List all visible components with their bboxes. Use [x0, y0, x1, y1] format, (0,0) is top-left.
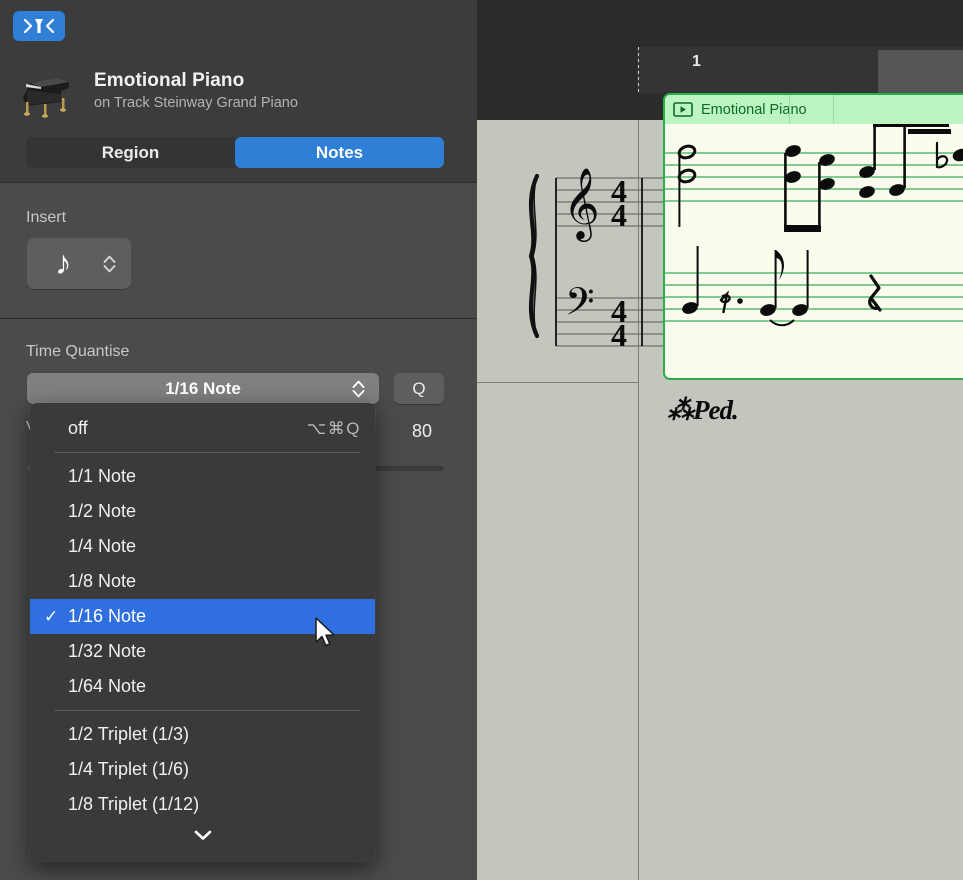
menu-item-label: 1/16 Note	[68, 606, 361, 627]
region-play-icon	[673, 102, 693, 117]
menu-item-off[interactable]: off⌥⌘Q	[30, 411, 375, 446]
time-quantise-label: Time Quantise	[26, 343, 129, 361]
sidebar-toolbar	[0, 0, 477, 50]
menu-item-1-32-note[interactable]: 1/32 Note	[30, 634, 375, 669]
ruler-bar-number: 1	[692, 53, 701, 71]
menu-item-1-4-triplet-1-6[interactable]: 1/4 Triplet (1/6)	[30, 752, 375, 787]
region-name: Emotional Piano	[701, 102, 807, 118]
score-page-left-column-lower	[477, 382, 639, 880]
menu-item-1-8-note[interactable]: 1/8 Note	[30, 564, 375, 599]
menu-item-1-8-triplet-1-12[interactable]: 1/8 Triplet (1/12)	[30, 787, 375, 822]
inspector-region-header: Emotional Piano on Track Steinway Grand …	[0, 50, 477, 182]
menu-item-label: 1/4 Triplet (1/6)	[68, 759, 361, 780]
menu-item-label: 1/2 Triplet (1/3)	[68, 724, 361, 745]
insert-note-value-button[interactable]: ♪	[27, 238, 131, 289]
menu-item-1-2-triplet-1-3[interactable]: 1/2 Triplet (1/3)	[30, 717, 375, 752]
menu-item-label: off	[68, 418, 307, 439]
divider-1	[0, 182, 477, 183]
stepper-up-down-icon	[350, 378, 367, 400]
grand-piano-icon	[17, 68, 75, 118]
inspector-toggle-icon	[22, 17, 56, 35]
insert-stepper[interactable]	[101, 253, 118, 275]
logic-pro-window: Emotional Piano on Track Steinway Grand …	[0, 0, 963, 880]
inspector-tab-group: Region Notes	[26, 137, 444, 168]
region-notation	[665, 124, 963, 380]
inspector-toggle-button[interactable]	[13, 11, 65, 41]
note-quarter-bass-1	[681, 246, 700, 316]
midi-region[interactable]: Emotional Piano	[663, 93, 963, 380]
time-quantise-stepper[interactable]	[350, 378, 367, 400]
time-quantise-popup-button[interactable]: 1/16 Note	[27, 373, 379, 404]
menu-item-1-1-note[interactable]: 1/1 Note	[30, 459, 375, 494]
tab-region[interactable]: Region	[26, 137, 235, 168]
note-beamed-eighth-group-1	[784, 143, 837, 232]
region-name-bar[interactable]: Emotional Piano	[665, 95, 963, 124]
region-title: Emotional Piano	[94, 70, 244, 92]
menu-item-label: 1/8 Note	[68, 571, 361, 592]
velocity-value[interactable]: 80	[400, 421, 444, 442]
menu-item-label: 1/2 Note	[68, 501, 361, 522]
note-eighth-bass-tied	[759, 250, 810, 325]
time-quantise-dropdown-menu[interactable]: off⌥⌘Q1/1 Note1/2 Note1/4 Note1/8 Note✓1…	[30, 403, 375, 862]
rest-quarter	[870, 276, 880, 310]
menu-item-1-2-note[interactable]: 1/2 Note	[30, 494, 375, 529]
insert-label: Insert	[26, 209, 66, 227]
menu-item-label: 1/4 Note	[68, 536, 361, 557]
menu-item-label: 1/1 Note	[68, 466, 361, 487]
score-ruler-inactive-area[interactable]	[878, 50, 963, 93]
menu-item-1-64-note[interactable]: 1/64 Note	[30, 669, 375, 704]
menu-separator	[54, 452, 361, 453]
region-grid-tick	[833, 95, 834, 124]
divider-2	[0, 318, 477, 319]
time-quantise-value: 1/16 Note	[165, 379, 241, 399]
midi-region-clip: Emotional Piano	[663, 93, 963, 380]
bass-clef-icon: 𝄢	[565, 279, 595, 333]
checkmark-icon: ✓	[44, 607, 68, 627]
playhead-line[interactable]	[638, 47, 639, 93]
menu-item-shortcut: ⌥⌘Q	[307, 419, 361, 439]
score-editor: 1	[477, 0, 963, 880]
menu-item-1-4-note[interactable]: 1/4 Note	[30, 529, 375, 564]
menu-separator	[54, 710, 361, 711]
menu-item-label: 1/32 Note	[68, 641, 361, 662]
region-subtitle: on Track Steinway Grand Piano	[94, 95, 298, 111]
time-signature-bass-bottom: 4	[611, 317, 627, 353]
eighth-note-icon: ♪	[55, 246, 72, 279]
tab-notes[interactable]: Notes	[235, 137, 444, 168]
menu-item-1-16-note[interactable]: ✓1/16 Note	[30, 599, 375, 634]
chevron-down-icon	[192, 828, 214, 842]
menu-scroll-down-button[interactable]	[30, 822, 375, 848]
time-signature-treble-bottom: 4	[611, 197, 627, 233]
treble-clef-icon: 𝄞	[563, 166, 600, 242]
quantise-apply-button[interactable]: Q	[394, 373, 444, 404]
note-half-dyad	[678, 144, 697, 227]
pedal-marking: ⁂Ped.	[667, 395, 738, 426]
menu-item-label: 1/8 Triplet (1/12)	[68, 794, 361, 815]
region-grid-tick	[789, 95, 790, 124]
menu-item-label: 1/64 Note	[68, 676, 361, 697]
stepper-up-down-icon	[101, 253, 118, 275]
